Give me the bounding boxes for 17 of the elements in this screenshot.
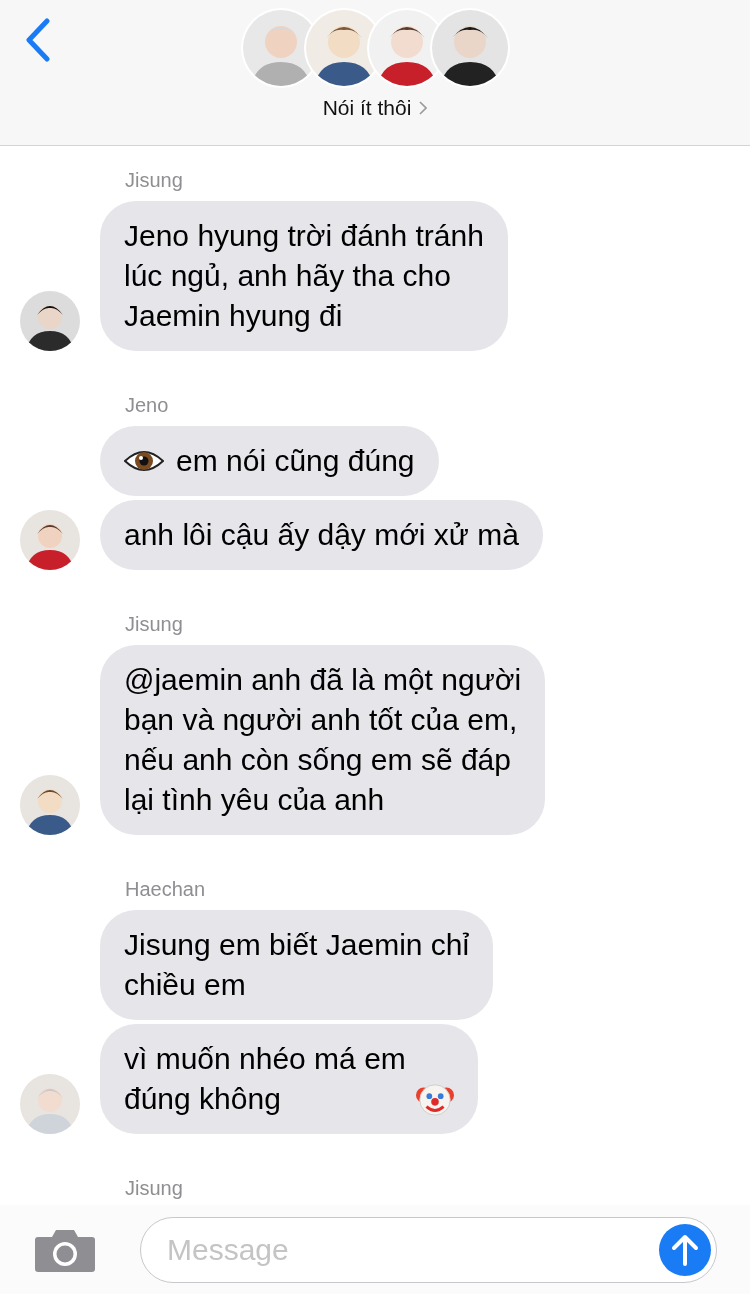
message-text: em nói cũng đúng xyxy=(176,443,415,479)
sender-name: Haechan xyxy=(124,877,207,901)
send-icon[interactable] xyxy=(659,1223,711,1276)
back-icon[interactable] xyxy=(25,18,51,62)
message-field[interactable]: Message xyxy=(140,1216,717,1283)
message-text: vì muốn nhéo má em đúng không xyxy=(124,1041,406,1117)
eye-icon xyxy=(124,448,164,474)
message-text: Jisung em biết Jaemin chỉ chiều em xyxy=(124,927,470,1003)
chevron-right-icon[interactable] xyxy=(419,101,428,115)
sender-name: Jisung xyxy=(124,1176,184,1200)
message-text: @jaemin anh đã là một người bạn và người anh tốt của em, nếu anh còn sống em sẽ đáp lại tình yêu của anh xyxy=(124,662,522,818)
message-text: anh lôi cậu ấy dậy mới xử mà xyxy=(124,517,519,553)
message-text: Jeno hyung trời đánh tránh lúc ngủ, anh hãy tha cho Jaemin hyung đi xyxy=(124,218,484,334)
sender-name: Jisung xyxy=(124,168,184,192)
conversation-title[interactable]: Nói ít thôi xyxy=(322,96,412,120)
sender-name: Jisung xyxy=(124,612,184,636)
sender-name: Jeno xyxy=(124,393,170,417)
